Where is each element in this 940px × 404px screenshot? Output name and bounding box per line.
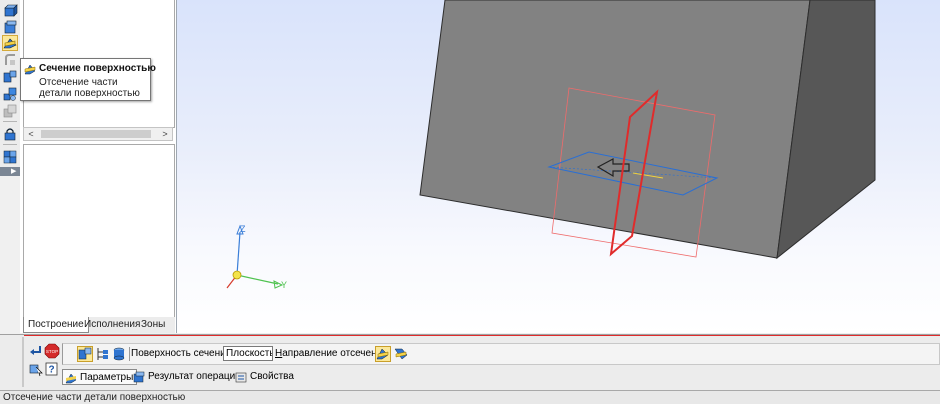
- tab-operation-result[interactable]: Результат операции: [131, 369, 241, 385]
- scroll-right-icon[interactable]: >: [158, 128, 172, 140]
- status-text: Отсечение части детали поверхностью: [3, 392, 186, 403]
- array-icon[interactable]: [2, 86, 18, 102]
- tab-construction[interactable]: Построение: [23, 317, 89, 333]
- toolbar-tooltip: Сечение поверхностью Отсечение части дет…: [20, 58, 156, 101]
- tooltip-description: Отсечение части детали поверхностью: [39, 77, 140, 99]
- y-axis-label: Y: [281, 280, 287, 290]
- tree-select-icon[interactable]: [94, 346, 110, 362]
- tab-variants[interactable]: Исполнения: [80, 317, 144, 332]
- fillet-icon[interactable]: [2, 52, 18, 68]
- direction-reverse-icon[interactable]: [393, 346, 409, 362]
- status-bar: Отсечение части детали поверхностью: [0, 390, 940, 404]
- properties-icon: [235, 371, 247, 383]
- svg-text:STOP: STOP: [46, 349, 58, 354]
- shell-icon[interactable]: [2, 19, 18, 35]
- tree-details-view: [23, 144, 175, 319]
- toolbar-expand-grip[interactable]: ▶: [0, 167, 20, 176]
- create-object-icon[interactable]: [28, 343, 44, 359]
- section-by-surface-icon: [24, 63, 36, 75]
- property-panel-border: [24, 335, 940, 336]
- database-icon[interactable]: [111, 346, 127, 362]
- help-pointer-icon[interactable]: [28, 361, 44, 377]
- svg-text:?: ?: [48, 365, 54, 376]
- model-tree-panel: < > Построение Исполнения Зоны: [20, 0, 177, 333]
- origin-point: [232, 270, 242, 280]
- tree-horizontal-scrollbar[interactable]: < >: [23, 127, 173, 141]
- toolbar-separator: [3, 121, 17, 122]
- y-axis: [236, 274, 279, 285]
- model-viewport[interactable]: Z Y: [177, 0, 940, 333]
- mirror-icon[interactable]: [2, 69, 18, 85]
- help-icon[interactable]: ?: [44, 361, 60, 377]
- lock-icon[interactable]: [2, 126, 18, 142]
- tab-parameters[interactable]: Параметры: [62, 369, 138, 385]
- toolbar-separator: [3, 144, 17, 145]
- extrude-icon[interactable]: [2, 3, 18, 19]
- section-by-surface-icon[interactable]: [2, 35, 18, 51]
- expand-arrow-icon: ▶: [11, 168, 17, 175]
- copy-icon[interactable]: [2, 103, 18, 119]
- row-separator: [129, 347, 130, 361]
- tab-zones[interactable]: Зоны: [137, 317, 169, 332]
- surface-section-label: Поверхность сечения: [131, 348, 232, 359]
- surface-section-field[interactable]: Плоскость 2: [223, 346, 273, 361]
- z-axis-label: Z: [240, 224, 246, 234]
- tooltip-title: Сечение поверхностью: [39, 63, 156, 74]
- stop-icon[interactable]: STOP: [44, 343, 60, 359]
- tab-properties[interactable]: Свойства: [233, 369, 294, 385]
- assembly-icon[interactable]: [2, 149, 18, 165]
- cut-direction-label: Направление отсечения: [275, 348, 388, 359]
- result-icon: [133, 371, 145, 383]
- property-panel-grip: [22, 337, 24, 387]
- z-axis: [236, 231, 241, 276]
- direction-forward-icon[interactable]: [375, 346, 391, 362]
- parameters-icon: [65, 372, 77, 384]
- tree-panel-tabs: Построение Исполнения Зоны: [23, 317, 175, 333]
- feature-toolbar: ▶: [0, 0, 21, 176]
- parameters-row: Поверхность сечения Плоскость 2 Направле…: [62, 343, 940, 365]
- scroll-left-icon[interactable]: <: [24, 128, 38, 140]
- surface-select-icon[interactable]: [77, 346, 93, 362]
- scrollbar-thumb[interactable]: [41, 130, 151, 138]
